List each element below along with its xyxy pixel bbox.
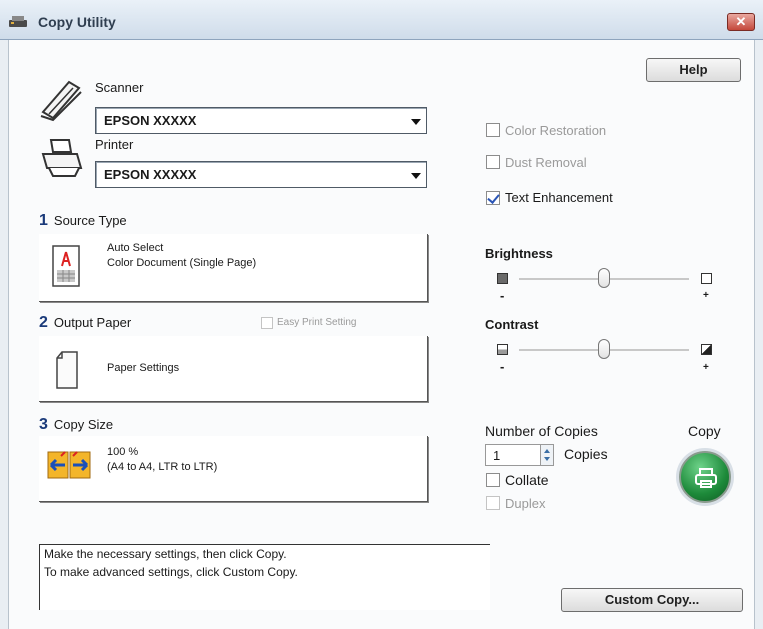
dust-removal-label: Dust Removal: [505, 155, 587, 170]
easy-print-label: Easy Print Setting: [277, 317, 357, 328]
number-of-copies-label: Number of Copies: [485, 423, 598, 439]
source-type-label: Source Type: [53, 213, 127, 228]
output-paper-panel[interactable]: Paper Settings: [39, 336, 428, 402]
copies-unit-label: Copies: [564, 446, 608, 462]
contrast-high-icon: [701, 344, 712, 355]
brightness-dark-icon: [497, 273, 508, 284]
contrast-low-icon: [497, 344, 508, 355]
source-type-line2: Color Document (Single Page): [107, 257, 257, 269]
printer-select[interactable]: EPSON XXXXX: [95, 161, 427, 188]
copy-button[interactable]: [679, 451, 731, 503]
contrast-label: Contrast: [485, 317, 539, 332]
source-type-heading: 1 Source Type: [39, 212, 127, 230]
copy-size-panel[interactable]: 100 % (A4 to A4, LTR to LTR): [39, 436, 428, 502]
document-icon: [52, 245, 80, 287]
custom-copy-button[interactable]: Custom Copy...: [561, 588, 743, 612]
chevron-down-icon: [411, 119, 421, 125]
collate-label: Collate: [505, 472, 549, 488]
status-message-box: Make the necessary settings, then click …: [39, 544, 490, 610]
paper-settings-label: Paper Settings: [107, 362, 180, 374]
brightness-light-icon: [701, 273, 712, 284]
window-title: Copy Utility: [38, 14, 116, 30]
printer-value: EPSON XXXXX: [104, 167, 197, 182]
text-enhancement-label: Text Enhancement: [505, 190, 613, 205]
text-enhancement-checkbox[interactable]: [486, 191, 500, 205]
color-restoration-checkbox[interactable]: [486, 123, 500, 137]
brightness-label: Brightness: [485, 246, 553, 261]
source-type-number: 1: [39, 212, 48, 229]
brightness-plus: +: [703, 290, 709, 301]
copies-spinner[interactable]: [540, 444, 554, 466]
output-paper-number: 2: [39, 314, 48, 331]
dust-removal-checkbox[interactable]: [486, 155, 500, 169]
contrast-slider-thumb[interactable]: [598, 339, 610, 359]
brightness-slider-thumb[interactable]: [598, 268, 610, 288]
easy-print-checkbox[interactable]: [261, 317, 273, 329]
scanner-label: Scanner: [95, 80, 144, 95]
printer-icon: [41, 139, 83, 177]
source-type-line1: Auto Select: [107, 242, 164, 254]
scanner-value: EPSON XXXXX: [104, 113, 197, 128]
copy-utility-app-icon: [9, 16, 27, 27]
output-paper-label: Output Paper: [53, 315, 132, 330]
scanner-icon: [40, 80, 82, 122]
color-restoration-label: Color Restoration: [505, 123, 607, 138]
chevron-down-icon: [411, 173, 421, 179]
resize-icon: [47, 451, 91, 479]
title-bar: Copy Utility ✕: [0, 0, 763, 40]
duplex-checkbox[interactable]: [486, 496, 500, 510]
spinner-arrows-icon: [544, 449, 550, 461]
duplex-label: Duplex: [505, 496, 546, 511]
status-line-2: To make advanced settings, click Custom …: [44, 565, 298, 579]
collate-checkbox[interactable]: [486, 473, 500, 487]
contrast-minus: -: [500, 359, 505, 374]
source-type-panel[interactable]: Auto Select Color Document (Single Page): [39, 234, 428, 302]
printer-icon: [695, 468, 717, 488]
copy-size-line2: (A4 to A4, LTR to LTR): [107, 461, 218, 473]
scanner-select[interactable]: EPSON XXXXX: [95, 107, 427, 134]
printer-label: Printer: [95, 137, 134, 152]
dialog-body: Help Scanner EPSON XXXXX Printer EPSON X…: [8, 40, 755, 629]
copy-label: Copy: [688, 423, 721, 439]
copy-size-label: Copy Size: [53, 417, 114, 432]
copies-value: 1: [493, 448, 501, 463]
brightness-minus: -: [500, 288, 505, 303]
copy-size-number: 3: [39, 416, 48, 433]
copies-input[interactable]: 1: [485, 444, 541, 466]
output-paper-heading: 2 Output Paper: [39, 314, 131, 332]
help-button[interactable]: Help: [646, 58, 741, 82]
copy-size-heading: 3 Copy Size: [39, 416, 113, 434]
copy-size-line1: 100 %: [107, 446, 139, 458]
paper-icon: [56, 351, 78, 389]
contrast-plus: +: [703, 362, 709, 373]
close-button[interactable]: ✕: [727, 13, 755, 31]
status-line-1: Make the necessary settings, then click …: [44, 547, 287, 561]
